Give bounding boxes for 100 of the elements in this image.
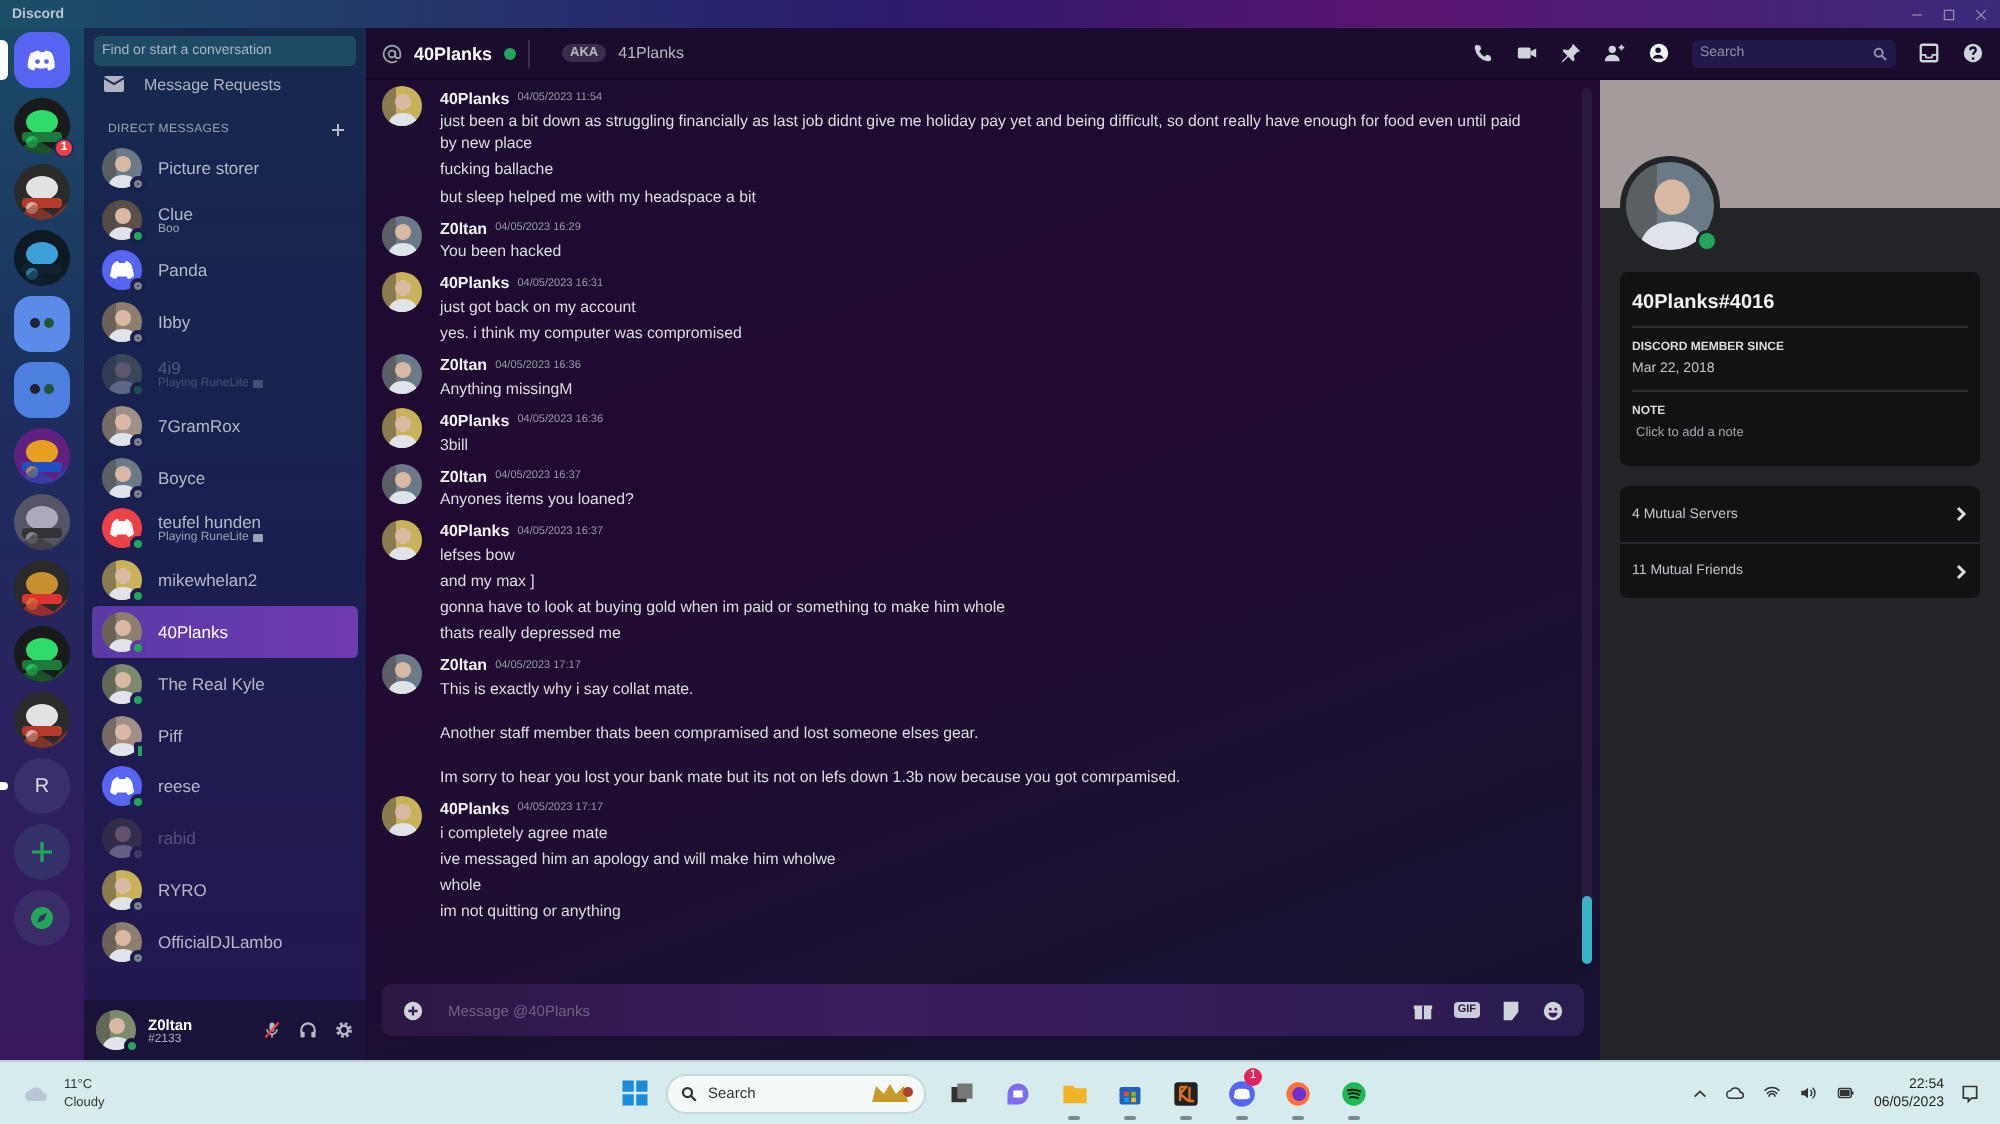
app-icon[interactable]	[1172, 1079, 1200, 1107]
sticker-icon[interactable]	[1500, 999, 1522, 1021]
pin-icon[interactable]	[1560, 42, 1582, 64]
chevron-right-icon[interactable]	[1956, 563, 1968, 579]
search-icon	[1872, 45, 1888, 61]
avatar	[382, 464, 422, 504]
message-author: 40Planks	[440, 522, 510, 541]
running-indicator	[1236, 1115, 1248, 1119]
video-camera-icon[interactable]	[1516, 42, 1538, 64]
avatar	[102, 354, 142, 395]
running-indicator	[1292, 1115, 1304, 1119]
cloud-icon[interactable]	[1723, 1084, 1746, 1102]
maximize-button[interactable]	[1942, 7, 1956, 21]
dm-item[interactable]: Panda	[92, 245, 358, 297]
server-folder[interactable]	[14, 362, 70, 418]
mini-server-icons	[28, 314, 56, 334]
profile-username: 40Planks#4016	[1632, 292, 1968, 328]
dm-item[interactable]: OfficialDJLambo	[92, 915, 358, 968]
avatar	[102, 612, 142, 653]
running-indicator	[1068, 1115, 1080, 1119]
dm-item[interactable]: Picture storer	[92, 142, 358, 194]
avatar	[382, 408, 422, 449]
dm-item[interactable]: Ibby	[92, 296, 358, 349]
windows-start-icon[interactable]	[620, 1078, 650, 1108]
avatar	[382, 86, 422, 126]
at-icon	[382, 43, 402, 63]
message-author: 40Planks	[440, 274, 510, 293]
dm-item[interactable]: Boyce	[92, 451, 358, 504]
notification-icon[interactable]	[1960, 1083, 1980, 1103]
avatar	[102, 147, 142, 188]
avatar	[102, 870, 142, 911]
chevron-up-icon[interactable]	[1691, 1085, 1708, 1101]
envelope-icon[interactable]	[104, 76, 124, 92]
avatar	[102, 199, 142, 240]
discord-icon[interactable]	[1228, 1079, 1256, 1107]
profile-avatar	[1626, 162, 1714, 250]
avatar	[102, 921, 142, 962]
message-author: 40Planks	[440, 411, 510, 430]
avatar	[382, 271, 422, 312]
avatar	[102, 715, 142, 756]
task-view-icon[interactable]	[948, 1079, 976, 1107]
crown-icon	[870, 1081, 914, 1105]
avatar	[102, 457, 142, 498]
discord-logo-icon	[26, 48, 58, 72]
avatar	[102, 663, 142, 704]
user-profile-icon[interactable]	[1648, 42, 1670, 64]
add-server-button[interactable]	[14, 824, 70, 880]
plus-icon	[30, 840, 54, 864]
message-author: Z0ltan	[440, 656, 488, 675]
avatar	[382, 519, 422, 560]
running-indicator	[1348, 1115, 1360, 1119]
close-button[interactable]	[1974, 7, 1988, 21]
running-indicator	[1180, 1115, 1192, 1119]
phone-icon[interactable]	[1472, 42, 1494, 64]
speaker-icon[interactable]	[1797, 1084, 1818, 1102]
message-author: Z0ltan	[440, 219, 488, 238]
mini-server-icons	[28, 380, 56, 400]
help-icon[interactable]	[1962, 42, 1984, 64]
muted-microphone-icon[interactable]	[262, 1020, 282, 1040]
add-attachment-icon[interactable]	[402, 999, 424, 1021]
avatar	[102, 302, 142, 343]
headphones-icon[interactable]	[298, 1020, 318, 1040]
explore-button[interactable]	[14, 890, 70, 946]
server-folder[interactable]	[14, 296, 70, 352]
compass-icon	[30, 906, 54, 930]
dm-item[interactable]: reese	[92, 761, 358, 813]
dm-item[interactable]: mikewhelan2	[92, 554, 358, 607]
unread-indicator	[0, 782, 8, 790]
avatar	[102, 560, 142, 601]
battery-icon[interactable]	[1833, 1084, 1858, 1102]
server-button[interactable]: R	[14, 758, 70, 814]
inbox-icon[interactable]	[1918, 42, 1940, 64]
message-author: 40Planks	[440, 799, 510, 818]
settings-icon[interactable]	[334, 1020, 354, 1040]
music-app-icon[interactable]	[1340, 1079, 1368, 1107]
wifi-icon[interactable]	[1761, 1084, 1782, 1102]
browser-icon[interactable]	[1284, 1079, 1312, 1107]
add-friend-icon[interactable]	[1604, 42, 1626, 64]
alias-name: 41Planks	[618, 44, 685, 62]
cloud-icon	[20, 1081, 52, 1105]
plus-icon[interactable]	[330, 122, 346, 138]
dm-item[interactable]: The Real Kyle	[92, 657, 358, 710]
dm-item[interactable]: 7GramRox	[92, 399, 358, 452]
dm-item[interactable]: RYRO	[92, 864, 358, 916]
selected-indicator	[0, 40, 8, 80]
dm-item[interactable]: Piff	[92, 709, 358, 762]
emoji-icon[interactable]	[1542, 999, 1564, 1021]
avatar	[382, 653, 422, 694]
channel-title: 40Planks	[414, 43, 493, 63]
home-button[interactable]	[14, 32, 70, 88]
avatar	[382, 353, 422, 394]
running-indicator	[1124, 1115, 1136, 1119]
user-avatar	[96, 1010, 136, 1050]
chevron-right-icon[interactable]	[1956, 506, 1968, 522]
dm-item[interactable]: 40Planks	[92, 606, 358, 658]
message-requests-link[interactable]: Message Requests	[144, 75, 281, 93]
chat-icon[interactable]	[1004, 1079, 1032, 1107]
scrollbar-thumb[interactable]	[1582, 896, 1592, 964]
message-author: Z0ltan	[440, 356, 488, 375]
message-author: 40Planks	[440, 89, 510, 107]
